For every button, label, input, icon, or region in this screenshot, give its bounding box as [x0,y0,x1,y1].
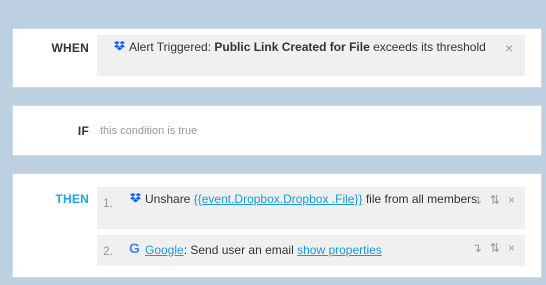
remove-action-close-icon[interactable]: × [508,241,515,255]
action-item-1[interactable]: 1. Unshare {{event.Dropbox.Dropbox .File… [97,187,525,229]
indent-icon[interactable]: ↴ [472,241,482,255]
action-text-prefix: Unshare [145,192,194,206]
action-number: 1. [103,196,114,210]
if-label: IF [77,124,89,138]
then-label: THEN [55,192,89,206]
google-link[interactable]: Google [145,243,184,257]
remove-trigger-close-icon[interactable]: × [505,41,513,55]
action-number: 2. [103,244,114,258]
action-tools: ↴ ⇅ × [472,241,515,255]
condition-text[interactable]: this condition is true [100,125,197,137]
show-properties-link[interactable]: show properties [297,243,382,257]
action-item-2[interactable]: 2. G Google: Send user an email show pro… [97,235,525,266]
if-panel: IF this condition is true [12,105,542,156]
trigger-subject: Public Link Created for File [214,40,370,54]
google-icon: G [129,240,140,256]
action-tools: ↴ ⇅ × [472,193,515,207]
remove-action-close-icon[interactable]: × [508,193,515,207]
dropbox-icon [114,41,125,51]
action-text-suffix: file from all members [362,192,478,206]
then-panel: THEN 1. Unshare {{event.Dropbox.Dropbox … [12,173,542,278]
action-text-middle: : Send user an email [183,243,298,257]
trigger-item[interactable]: Alert Triggered: Public Link Created for… [97,35,525,76]
trigger-suffix: exceeds its threshold [369,40,486,54]
reorder-icon[interactable]: ⇅ [490,193,500,207]
when-label: WHEN [51,41,89,55]
event-file-link[interactable]: {{event.Dropbox.Dropbox .File}} [194,192,363,206]
indent-icon[interactable]: ↴ [472,193,482,207]
dropbox-icon [130,193,141,203]
trigger-prefix: Alert Triggered: [129,40,215,54]
reorder-icon[interactable]: ⇅ [490,241,500,255]
when-panel: WHEN Alert Triggered: Public Link Create… [12,28,542,88]
